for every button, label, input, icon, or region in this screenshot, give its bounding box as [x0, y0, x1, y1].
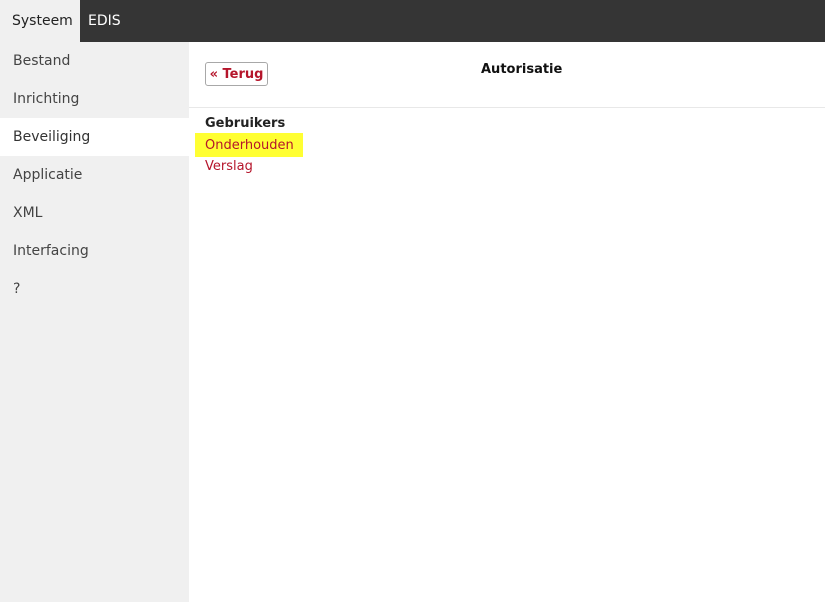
main-panel: « Terug Autorisatie Gebruikers Onderhoud… — [189, 42, 825, 602]
link-onderhouden[interactable]: Onderhouden — [195, 133, 303, 157]
page-header: « Terug Autorisatie — [189, 42, 825, 108]
sidebar-item-beveiliging[interactable]: Beveiliging — [0, 118, 189, 156]
page-title: Autorisatie — [481, 62, 563, 77]
tab-systeem[interactable]: Systeem — [0, 0, 80, 42]
sidebar-item-help[interactable]: ? — [0, 270, 189, 308]
back-button[interactable]: « Terug — [205, 62, 268, 86]
sidebar-item-interfacing[interactable]: Interfacing — [0, 232, 189, 270]
sidebar-item-bestand[interactable]: Bestand — [0, 42, 189, 80]
sidebar-item-inrichting[interactable]: Inrichting — [0, 80, 189, 118]
top-menu-bar: Systeem EDIS — [0, 0, 825, 42]
tab-edis[interactable]: EDIS — [80, 0, 131, 42]
sidebar-item-xml[interactable]: XML — [0, 194, 189, 232]
section-heading-gebruikers: Gebruikers — [205, 116, 286, 131]
sidebar: Bestand Inrichting Beveiliging Applicati… — [0, 42, 189, 602]
sidebar-item-applicatie[interactable]: Applicatie — [0, 156, 189, 194]
link-verslag[interactable]: Verslag — [205, 159, 253, 174]
